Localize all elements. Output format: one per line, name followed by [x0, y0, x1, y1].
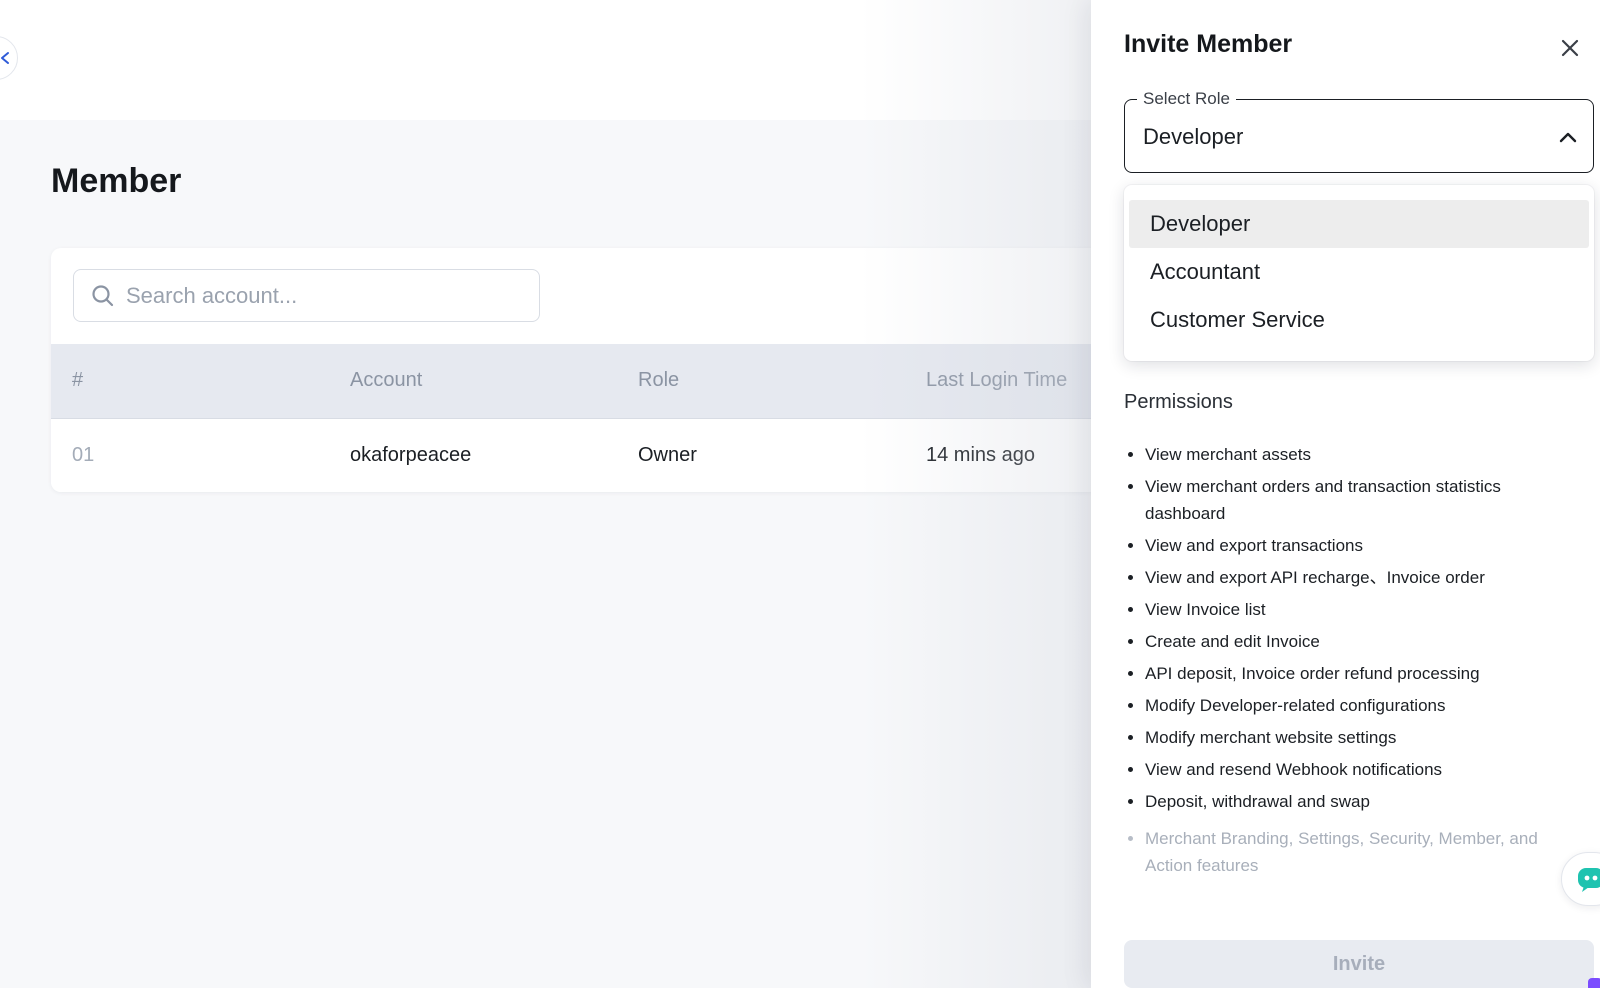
back-button[interactable]: [0, 36, 18, 80]
permission-item: Modify merchant website settings: [1124, 724, 1579, 751]
search-input[interactable]: [126, 282, 526, 309]
page-title: Member: [51, 162, 182, 200]
column-header-account: Account: [350, 369, 423, 391]
close-icon: [1561, 39, 1579, 57]
role-option-developer[interactable]: Developer: [1129, 200, 1589, 248]
back-icon: [1, 52, 9, 64]
member-table-card: # Account Role Last Login Time 01 okafor…: [51, 248, 1191, 492]
permissions-title: Permissions: [1124, 391, 1233, 413]
column-header-index: #: [72, 369, 84, 391]
permission-item: Create and edit Invoice: [1124, 628, 1579, 655]
row-index: 01: [72, 444, 95, 466]
search-box[interactable]: [73, 269, 540, 322]
table-row[interactable]: 01 okaforpeacee Owner 14 mins ago: [51, 420, 1191, 492]
permission-item-disabled: Merchant Branding, Settings, Security, M…: [1124, 825, 1579, 879]
role-select[interactable]: Select Role Developer: [1124, 89, 1594, 173]
role-dropdown-menu: Developer Accountant Customer Service: [1124, 185, 1594, 361]
role-select-label: Select Role: [1137, 89, 1236, 109]
row-role: Owner: [638, 444, 697, 466]
chevron-up-icon: [1557, 128, 1579, 146]
permission-item: View and resend Webhook notifications: [1124, 756, 1579, 783]
close-button[interactable]: [1558, 36, 1582, 60]
drawer-title: Invite Member: [1124, 30, 1293, 58]
permission-item: Modify Developer-related configurations: [1124, 692, 1579, 719]
column-header-role: Role: [638, 369, 680, 391]
permissions-list: View merchant assets View merchant order…: [1124, 441, 1579, 884]
row-last-login: 14 mins ago: [926, 444, 1035, 466]
column-header-last-login: Last Login Time: [926, 369, 1068, 391]
search-icon: [90, 283, 116, 309]
invite-button[interactable]: Invite: [1124, 940, 1594, 988]
permission-item: View and export API recharge、Invoice ord…: [1124, 564, 1579, 591]
permission-item: Deposit, withdrawal and swap: [1124, 788, 1579, 815]
permission-item: View merchant orders and transaction sta…: [1124, 473, 1579, 527]
row-account: okaforpeacee: [350, 444, 472, 466]
table-header: # Account Role Last Login Time: [51, 344, 1191, 419]
invite-member-drawer: Invite Member Select Role Developer Deve…: [1091, 0, 1600, 988]
role-select-value: Developer: [1143, 124, 1244, 149]
role-option-accountant[interactable]: Accountant: [1129, 248, 1589, 296]
support-widget-icon[interactable]: [1588, 978, 1600, 988]
chat-bot-icon: [1578, 868, 1600, 892]
permission-item: View merchant assets: [1124, 441, 1579, 468]
permission-item: API deposit, Invoice order refund proces…: [1124, 660, 1579, 687]
permission-item: View and export transactions: [1124, 532, 1579, 559]
permission-item: View Invoice list: [1124, 596, 1579, 623]
role-option-customer-service[interactable]: Customer Service: [1129, 296, 1589, 344]
